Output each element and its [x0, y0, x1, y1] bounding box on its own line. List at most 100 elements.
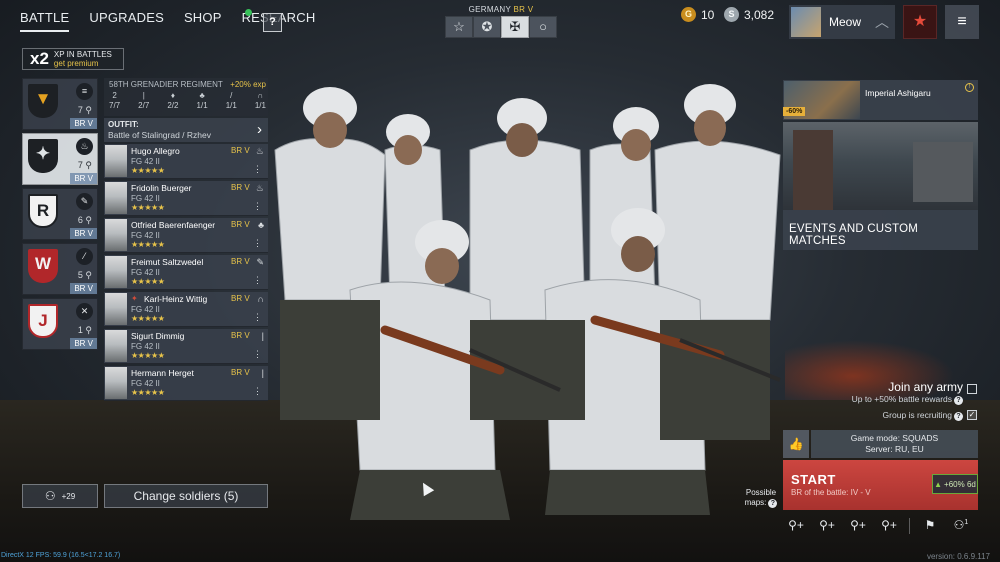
soldier-row[interactable]: Sigurt Dimmig FG 42 II ★★★★★ BR V | ⋮ [104, 329, 268, 364]
profile-button[interactable]: Meow ︿ [789, 5, 895, 39]
thumbs-up-icon[interactable]: 👍 [783, 430, 809, 458]
group-icon: ⚇ [44, 489, 56, 503]
soldier-weapon: FG 42 II [131, 194, 160, 203]
add-friend-icon[interactable]: ⚲+ [785, 518, 807, 534]
events-image[interactable] [783, 122, 978, 210]
rifle-icon: | [261, 368, 264, 378]
server: Server: RU, EU [865, 444, 924, 454]
army-tabs: ☆ ✪ ✠ ○ [445, 16, 557, 38]
soldier-br: BR V [231, 183, 250, 192]
squad-br: BR V [70, 228, 97, 239]
regiment-stats: 2 7/7 | 2/7 ♦ 2/2 ♣ 1/1 /1/1 ∩ 1/1 [109, 91, 266, 111]
gold-amount: 10 [701, 7, 715, 22]
soldier-row[interactable]: Karl-Heinz Wittig ✦ FG 42 II ★★★★★ BR V … [104, 292, 268, 327]
squad-br: BR V [70, 283, 97, 294]
soldier-name: Freimut Saltzwedel [131, 257, 204, 267]
flame-icon: ♣ [258, 220, 264, 230]
gold-currency[interactable]: G 10 [681, 7, 714, 22]
invite-squad-button[interactable]: ⚇ +29 [22, 484, 98, 508]
star-circle-icon[interactable]: ✪ [473, 16, 501, 38]
squad-br: BR V [70, 173, 97, 184]
more-options-icon[interactable]: ⋮ [253, 238, 262, 249]
soldier-row[interactable]: Otfried Baerenfaenger FG 42 II ★★★★★ BR … [104, 218, 268, 253]
premium-xp-promo[interactable]: x2 XP IN BATTLES get premium [22, 48, 124, 70]
squad-card[interactable]: J ✕ 1 ⚲ BR V [22, 298, 98, 350]
hamburger-menu-icon[interactable]: ≡ [945, 5, 979, 39]
info-icon[interactable]: ! [965, 83, 974, 92]
eagle-icon: ▼ [28, 84, 58, 118]
soldier-row[interactable]: Hermann Herget FG 42 II ★★★★★ BR V | ⋮ [104, 366, 268, 401]
squad-card-selected[interactable]: ✦ ♨ 7 ⚲ BR V [22, 133, 98, 185]
wrench-icon: ✎ [256, 257, 264, 267]
outfit-value: Battle of Stalingrad / Rzhev [108, 130, 212, 140]
event-banner[interactable]: Imperial Ashigaru ! -60% [783, 80, 978, 120]
regiment-header: 58TH GRENADIER REGIMENT +20% exp 2 7/7 | 2… [104, 78, 268, 116]
get-premium-link[interactable]: get premium [54, 59, 98, 68]
soldier-weapon: FG 42 II [131, 379, 160, 388]
soldier-weapon: FG 42 II [131, 268, 160, 277]
squad-card[interactable]: R ✎ 6 ⚲ BR V [22, 188, 98, 240]
squad-card[interactable]: ▼ ≡ 7 ⚲ BR V [22, 78, 98, 130]
game-mode-box[interactable]: Game mode: SQUADS Server: RU, EU [811, 430, 978, 458]
soldier-br: BR V [231, 368, 250, 377]
soldier-weapon: FG 42 II [131, 231, 160, 240]
rank-chevron-icon: ︿ [875, 14, 889, 30]
soldier-row[interactable]: Fridolin Buerger FG 42 II ★★★★★ BR V ♨ ⋮ [104, 181, 268, 216]
stat-soldiers: 2 7/7 [109, 91, 121, 110]
wrench-icon: ✎ [76, 193, 93, 210]
group-icon[interactable]: ⚇1 [950, 518, 972, 534]
help-icon[interactable]: ? [768, 499, 778, 508]
tab-battle[interactable]: BATTLE [20, 10, 70, 32]
add-friend-icon[interactable]: ⚲+ [878, 518, 900, 534]
silver-currency[interactable]: S 3,082 [724, 7, 774, 22]
list-icon: ≡ [76, 83, 93, 100]
events-custom-matches-button[interactable]: EVENTS AND CUSTOM MATCHES [783, 210, 978, 250]
squad-count: 7 [77, 160, 83, 170]
soldier-name: Fridolin Buerger [131, 183, 192, 193]
game-mode: Game mode: SQUADS [850, 433, 939, 443]
research-notification-dot [245, 9, 252, 16]
squad-count: 6 [77, 215, 83, 225]
star-outline-icon[interactable]: ☆ [445, 16, 473, 38]
help-icon[interactable]: ? [954, 396, 963, 405]
tab-shop[interactable]: SHOP [184, 10, 222, 32]
more-options-icon[interactable]: ⋮ [253, 349, 262, 360]
join-any-army-checkbox[interactable] [967, 384, 977, 394]
add-friend-icon[interactable]: ⚲+ [816, 518, 838, 534]
rank-star-icon[interactable]: ★ [903, 5, 937, 39]
soldier-br: BR V [231, 146, 250, 155]
xp-boost-badge[interactable]: ▲ +60% 6d [932, 474, 978, 494]
soldier-stars: ★★★★★ [131, 240, 165, 249]
change-soldiers-button[interactable]: Change soldiers (5) [104, 484, 268, 508]
soldier-name: Sigurt Dimmig [131, 331, 185, 341]
stat-radio: ∩ 1/1 [254, 91, 266, 110]
iron-cross-icon[interactable]: ✠ [501, 16, 529, 38]
more-options-icon[interactable]: ⋮ [253, 275, 262, 286]
tab-upgrades[interactable]: UPGRADES [89, 10, 164, 32]
xp-label: XP IN BATTLES [53, 50, 112, 59]
soldier-row[interactable]: Freimut Saltzwedel FG 42 II ★★★★★ BR V ✎… [104, 255, 268, 290]
soldier-br: BR V [231, 257, 250, 266]
flag-icon[interactable]: ⚑ [919, 518, 941, 534]
outfit-selector[interactable]: OUTFIT: Battle of Stalingrad / Rzhev › [104, 118, 268, 142]
add-friend-icon[interactable]: ⚲+ [847, 518, 869, 534]
possible-maps[interactable]: Possible maps:? [742, 488, 780, 508]
more-options-icon[interactable]: ⋮ [253, 201, 262, 212]
help-button[interactable]: ? [263, 13, 282, 32]
more-options-icon[interactable]: ⋮ [253, 312, 262, 323]
stat-engineer: /1/1 [225, 91, 237, 110]
squad-count: 1 [77, 325, 83, 335]
help-icon[interactable]: ? [954, 412, 963, 421]
soldier-portrait [105, 182, 127, 214]
circle-icon[interactable]: ○ [529, 16, 557, 38]
soldier-stars: ★★★★★ [131, 277, 165, 286]
fps-counter: DirectX 12 FPS: 59.9 (16.5<17.2 16.7) [1, 552, 121, 559]
soldier-name: Hugo Allegro [131, 146, 180, 156]
more-options-icon[interactable]: ⋮ [253, 164, 262, 175]
group-recruiting-checkbox[interactable]: ✓ [967, 410, 977, 420]
squad-card[interactable]: W ⁄ 5 ⚲ BR V [22, 243, 98, 295]
soldier-row[interactable]: Hugo Allegro FG 42 II ★★★★★ BR V ♨ ⋮ [104, 144, 268, 179]
soldier-portrait [105, 293, 127, 325]
soldier-br: BR V [231, 220, 250, 229]
more-options-icon[interactable]: ⋮ [253, 386, 262, 397]
